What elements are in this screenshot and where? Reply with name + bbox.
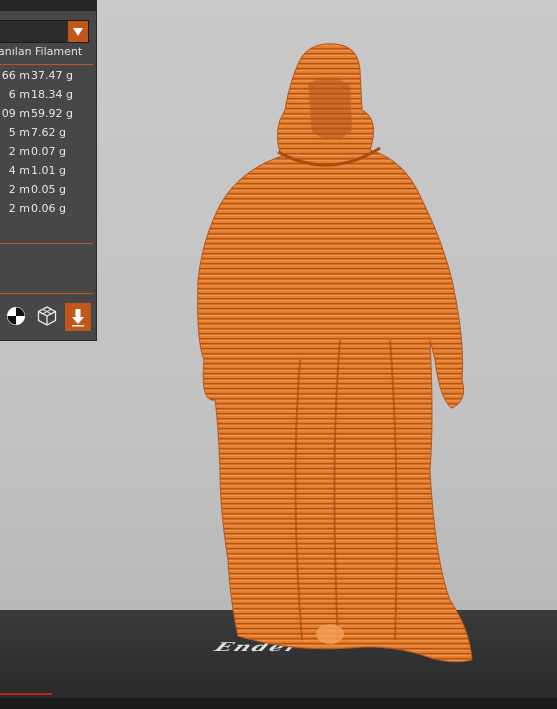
view-type-dropdown[interactable]: [0, 20, 89, 43]
build-plate-edge: [0, 698, 557, 709]
filament-weight: 0.05 g: [31, 183, 66, 196]
filament-weight: 37.47 g: [31, 69, 73, 82]
table-row: 2 m 0.05 g: [0, 182, 96, 201]
model-base-spot: [316, 624, 344, 644]
chevron-down-icon[interactable]: [68, 21, 88, 42]
filament-length: 2 m: [8, 145, 30, 158]
build-plate-axis-line: [0, 693, 52, 695]
filament-column-header: anılan Filament: [0, 45, 83, 58]
filament-table: 66 m 37.47 g 6 m 18.34 g 09 m 59.92 g 5 …: [0, 68, 96, 220]
print-info-panel: anılan Filament 66 m 37.47 g 6 m 18.34 g…: [0, 0, 97, 341]
table-row: 6 m 18.34 g: [0, 87, 96, 106]
table-row: 4 m 1.01 g: [0, 163, 96, 182]
filament-length: 2 m: [8, 202, 30, 215]
table-row: 2 m 0.06 g: [0, 201, 96, 220]
header-divider: [0, 64, 93, 65]
table-row: 5 m 7.62 g: [0, 125, 96, 144]
filament-weight: 0.06 g: [31, 202, 66, 215]
filament-weight: 0.07 g: [31, 145, 66, 158]
filament-length: 4 m: [8, 164, 30, 177]
download-icon[interactable]: [65, 303, 91, 331]
filament-length: 09 m: [1, 107, 30, 120]
filament-length: 66 m: [1, 69, 30, 82]
filament-weight: 7.62 g: [31, 126, 66, 139]
sliced-model[interactable]: [190, 40, 480, 670]
filament-length: 6 m: [8, 88, 30, 101]
model-face-shadow: [308, 77, 352, 140]
table-row: 66 m 37.47 g: [0, 68, 96, 87]
view-mode-toolbar: [0, 303, 96, 331]
color-scheme-icon[interactable]: [4, 303, 28, 329]
filament-weight: 18.34 g: [31, 88, 73, 101]
table-row: 09 m 59.92 g: [0, 106, 96, 125]
filament-weight: 1.01 g: [31, 164, 66, 177]
filament-length: 5 m: [8, 126, 30, 139]
panel-top-bar: [0, 0, 96, 11]
view-3d-icon[interactable]: [35, 303, 59, 329]
filament-weight: 59.92 g: [31, 107, 73, 120]
section-divider: [0, 293, 93, 294]
section-divider: [0, 243, 93, 244]
table-row: 2 m 0.07 g: [0, 144, 96, 163]
filament-length: 2 m: [8, 183, 30, 196]
